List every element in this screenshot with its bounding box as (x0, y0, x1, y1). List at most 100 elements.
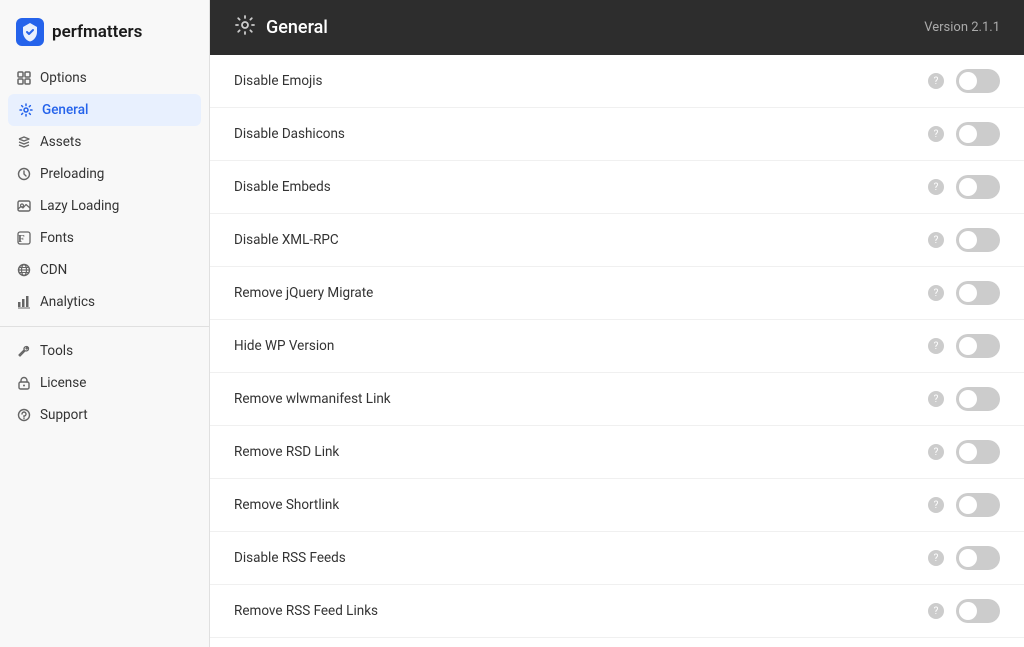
toggle-remove-jquery-migrate[interactable] (956, 281, 1000, 305)
support-icon (16, 407, 32, 423)
settings-row: Remove RSS Feed Links? (210, 585, 1024, 638)
lazy-loading-icon (16, 198, 32, 214)
preloading-label: Preloading (40, 166, 104, 182)
toggle-disable-dashicons[interactable] (956, 122, 1000, 146)
tools-label: Tools (40, 343, 73, 359)
settings-row: Remove wlwmanifest Link? (210, 373, 1024, 426)
app-name: perfmatters (52, 22, 142, 42)
help-icon-remove-rss-feed-links[interactable]: ? (928, 603, 944, 619)
sidebar-item-tools[interactable]: Tools (0, 335, 209, 367)
help-icon-disable-emojis[interactable]: ? (928, 73, 944, 89)
sidebar-item-support[interactable]: Support (0, 399, 209, 431)
setting-label-remove-rss-feed-links: Remove RSS Feed Links (234, 603, 916, 619)
toggle-track-remove-shortlink (956, 493, 1000, 517)
setting-label-remove-jquery-migrate: Remove jQuery Migrate (234, 285, 916, 301)
analytics-icon (16, 294, 32, 310)
options-label: Options (40, 70, 87, 86)
settings-content: Disable Emojis?Disable Dashicons?Disable… (210, 55, 1024, 647)
sidebar-item-analytics[interactable]: Analytics (0, 286, 209, 318)
setting-label-hide-wp-version: Hide WP Version (234, 338, 916, 354)
help-icon-hide-wp-version[interactable]: ? (928, 338, 944, 354)
header-icon (234, 14, 256, 41)
toggle-track-disable-dashicons (956, 122, 1000, 146)
analytics-label: Analytics (40, 294, 95, 310)
assets-icon (16, 134, 32, 150)
toggle-disable-emojis[interactable] (956, 69, 1000, 93)
main-content: General Version 2.1.1 Disable Emojis?Dis… (210, 0, 1024, 647)
toggle-hide-wp-version[interactable] (956, 334, 1000, 358)
help-icon-remove-jquery-migrate[interactable]: ? (928, 285, 944, 301)
toggle-track-remove-jquery-migrate (956, 281, 1000, 305)
sidebar-item-lazy-loading[interactable]: Lazy Loading (0, 190, 209, 222)
settings-row: Disable Self Pingbacks? (210, 638, 1024, 647)
toggle-remove-wlwmanifest[interactable] (956, 387, 1000, 411)
toggle-track-disable-emojis (956, 69, 1000, 93)
toggle-track-disable-embeds (956, 175, 1000, 199)
setting-label-disable-xmlrpc: Disable XML-RPC (234, 232, 916, 248)
setting-label-remove-shortlink: Remove Shortlink (234, 497, 916, 513)
toggle-remove-shortlink[interactable] (956, 493, 1000, 517)
header-title: General (234, 14, 328, 41)
tools-icon (16, 343, 32, 359)
sidebar-divider (0, 326, 209, 327)
help-icon-remove-shortlink[interactable]: ? (928, 497, 944, 513)
fonts-icon: F (16, 230, 32, 246)
settings-row: Disable Embeds? (210, 161, 1024, 214)
setting-label-disable-rss-feeds: Disable RSS Feeds (234, 550, 916, 566)
settings-row: Remove Shortlink? (210, 479, 1024, 532)
sidebar-item-fonts[interactable]: F Fonts (0, 222, 209, 254)
support-label: Support (40, 407, 88, 423)
logo-icon (16, 18, 44, 46)
help-icon-disable-xmlrpc[interactable]: ? (928, 232, 944, 248)
sidebar-item-general[interactable]: General (8, 94, 201, 126)
sidebar-item-license[interactable]: License (0, 367, 209, 399)
toggle-remove-rsd-link[interactable] (956, 440, 1000, 464)
lazy-loading-label: Lazy Loading (40, 198, 119, 214)
settings-row: Remove jQuery Migrate? (210, 267, 1024, 320)
toggle-disable-rss-feeds[interactable] (956, 546, 1000, 570)
toggle-disable-xmlrpc[interactable] (956, 228, 1000, 252)
setting-label-disable-emojis: Disable Emojis (234, 73, 916, 89)
toggle-track-disable-xmlrpc (956, 228, 1000, 252)
general-label: General (42, 102, 88, 118)
toggle-track-remove-wlwmanifest (956, 387, 1000, 411)
help-icon-remove-rsd-link[interactable]: ? (928, 444, 944, 460)
assets-label: Assets (40, 134, 81, 150)
version-label: Version 2.1.1 (924, 20, 1000, 35)
sidebar-item-options[interactable]: Options (0, 62, 209, 94)
grid-icon (16, 70, 32, 86)
settings-row: Disable RSS Feeds? (210, 532, 1024, 585)
page-title: General (266, 17, 328, 38)
license-icon (16, 375, 32, 391)
help-icon-disable-dashicons[interactable]: ? (928, 126, 944, 142)
toggle-track-disable-rss-feeds (956, 546, 1000, 570)
help-icon-disable-rss-feeds[interactable]: ? (928, 550, 944, 566)
settings-row: Disable Dashicons? (210, 108, 1024, 161)
settings-row: Disable Emojis? (210, 55, 1024, 108)
setting-label-remove-wlwmanifest: Remove wlwmanifest Link (234, 391, 916, 407)
setting-label-disable-dashicons: Disable Dashicons (234, 126, 916, 142)
help-icon-disable-embeds[interactable]: ? (928, 179, 944, 195)
sidebar-item-preloading[interactable]: Preloading (0, 158, 209, 190)
sidebar: perfmatters Options General (0, 0, 210, 647)
help-icon-remove-wlwmanifest[interactable]: ? (928, 391, 944, 407)
page-header: General Version 2.1.1 (210, 0, 1024, 55)
license-label: License (40, 375, 86, 391)
toggle-track-remove-rsd-link (956, 440, 1000, 464)
general-icon (18, 102, 34, 118)
setting-label-remove-rsd-link: Remove RSD Link (234, 444, 916, 460)
sidebar-item-assets[interactable]: Assets (0, 126, 209, 158)
cdn-icon (16, 262, 32, 278)
app-logo: perfmatters (0, 0, 209, 62)
preloading-icon (16, 166, 32, 182)
toggle-remove-rss-feed-links[interactable] (956, 599, 1000, 623)
settings-row: Disable XML-RPC? (210, 214, 1024, 267)
cdn-label: CDN (40, 262, 67, 278)
fonts-label: Fonts (40, 230, 74, 246)
toggle-track-hide-wp-version (956, 334, 1000, 358)
settings-row: Remove RSD Link? (210, 426, 1024, 479)
toggle-disable-embeds[interactable] (956, 175, 1000, 199)
settings-row: Hide WP Version? (210, 320, 1024, 373)
sidebar-item-cdn[interactable]: CDN (0, 254, 209, 286)
toggle-track-remove-rss-feed-links (956, 599, 1000, 623)
